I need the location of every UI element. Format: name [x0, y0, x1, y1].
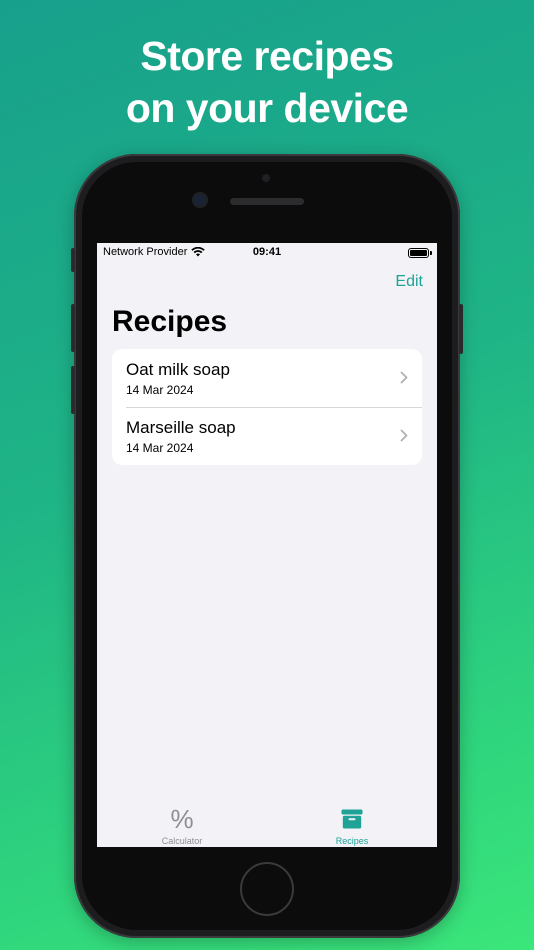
- edit-button[interactable]: Edit: [395, 273, 423, 291]
- recipe-name: Oat milk soap: [126, 360, 230, 379]
- app-screen: Network Provider 09:41 Edit Recipes Oat …: [97, 243, 437, 847]
- recipe-row[interactable]: Oat milk soap 14 Mar 2024: [112, 349, 422, 407]
- mute-switch: [71, 248, 75, 272]
- status-time: 09:41: [252, 246, 282, 258]
- chevron-right-icon: [400, 429, 408, 442]
- recipe-name: Marseille soap: [126, 418, 236, 437]
- status-bar: Network Provider 09:41: [97, 243, 437, 263]
- volume-down-button: [71, 366, 75, 414]
- headline-line-2: on your device: [125, 85, 409, 131]
- marketing-headline: Store recipes on your device: [0, 30, 534, 134]
- tab-label-recipes: Recipes: [335, 836, 369, 846]
- battery-icon: [408, 248, 429, 258]
- tab-bar: % Calculator Recipes: [97, 797, 437, 847]
- tab-calculator[interactable]: % Calculator: [97, 797, 267, 847]
- front-camera: [194, 194, 206, 206]
- proximity-sensor: [262, 174, 270, 182]
- home-button[interactable]: [240, 862, 294, 916]
- battery-tip: [430, 251, 432, 255]
- recipe-date: 14 Mar 2024: [126, 383, 194, 397]
- power-button: [459, 304, 463, 354]
- earpiece-speaker: [230, 198, 304, 205]
- archive-box-icon: [341, 807, 363, 831]
- recipe-list: Oat milk soap 14 Mar 2024 Marseille soap…: [112, 349, 422, 465]
- page-title: Recipes: [112, 305, 228, 338]
- headline-line-1: Store recipes: [140, 33, 394, 79]
- recipe-date: 14 Mar 2024: [126, 441, 194, 455]
- tab-recipes[interactable]: Recipes: [267, 797, 437, 847]
- chevron-right-icon: [400, 371, 408, 384]
- volume-up-button: [71, 304, 75, 352]
- tab-label-calculator: Calculator: [161, 836, 203, 846]
- recipe-row[interactable]: Marseille soap 14 Mar 2024: [112, 407, 422, 465]
- percent-icon: %: [170, 804, 194, 834]
